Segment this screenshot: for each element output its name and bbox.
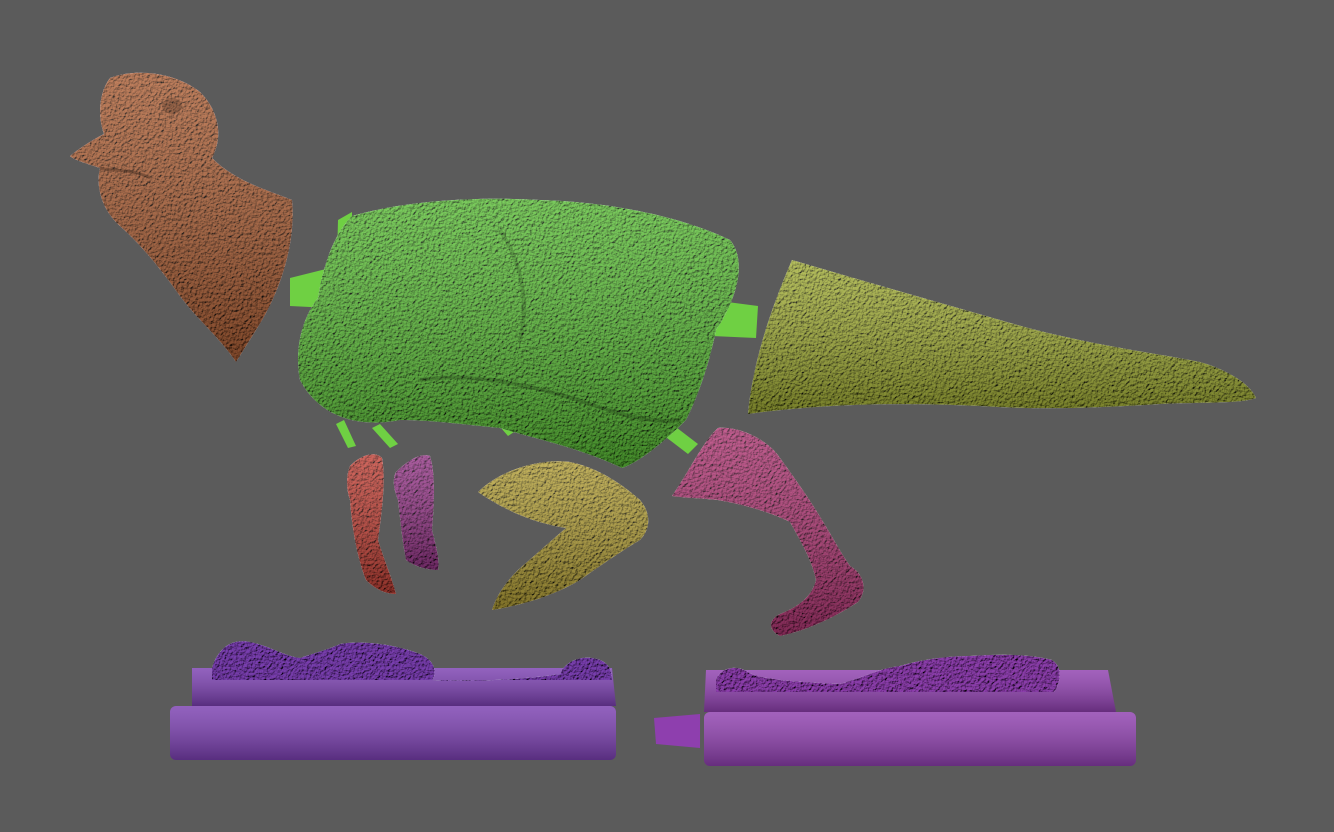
torso-part[interactable] <box>290 198 758 468</box>
tail-part[interactable] <box>748 260 1256 414</box>
near-leg-thigh-part[interactable] <box>478 461 649 610</box>
model-scene <box>70 72 1256 766</box>
base-right-part[interactable] <box>654 654 1136 766</box>
left-arm-part[interactable] <box>393 455 439 570</box>
right-arm-part[interactable] <box>347 454 396 594</box>
head-neck-part[interactable] <box>70 72 293 362</box>
3d-viewport[interactable] <box>0 0 1334 832</box>
base-left-part[interactable] <box>170 641 616 760</box>
far-leg-part[interactable] <box>672 427 864 636</box>
